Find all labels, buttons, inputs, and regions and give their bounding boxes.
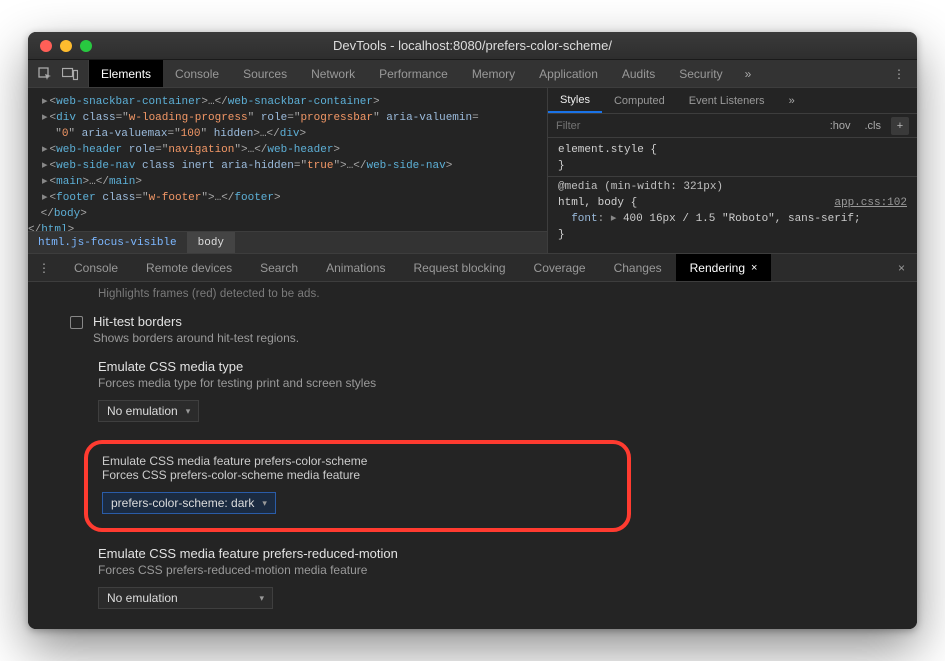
drawer-tab-remote-devices[interactable]: Remote devices xyxy=(132,254,246,281)
truncated-text: Highlights frames (red) detected to be a… xyxy=(98,288,917,300)
select-value: prefers-color-scheme: dark xyxy=(111,496,254,510)
settings-menu-icon[interactable]: ⋮ xyxy=(881,60,917,87)
option-title: Emulate CSS media type xyxy=(98,359,917,374)
inspect-icon[interactable] xyxy=(38,67,52,81)
close-window-button[interactable] xyxy=(40,40,52,52)
zoom-window-button[interactable] xyxy=(80,40,92,52)
option-title: Emulate CSS media feature prefers-reduce… xyxy=(98,546,917,561)
rule-close: } xyxy=(558,160,565,172)
crumb-html[interactable]: html.js-focus-visible xyxy=(28,232,188,253)
tab-elements[interactable]: Elements xyxy=(89,60,163,87)
more-styles-tabs-icon[interactable]: » xyxy=(777,88,807,113)
emulate-media-type: Emulate CSS media type Forces media type… xyxy=(98,359,917,422)
tab-audits[interactable]: Audits xyxy=(610,60,667,87)
emulate-reduced-motion: Emulate CSS media feature prefers-reduce… xyxy=(98,546,917,609)
rendering-drawer: Highlights frames (red) detected to be a… xyxy=(28,282,917,629)
breadcrumb: html.js-focus-visible body xyxy=(28,231,547,253)
css-value: 400 16px / 1.5 "Roboto", sans-serif; xyxy=(623,213,861,225)
crumb-body[interactable]: body xyxy=(188,232,235,253)
chevron-down-icon: ▾ xyxy=(186,406,191,417)
drawer-tabs: ⋮ Console Remote devices Search Animatio… xyxy=(28,254,917,282)
tab-performance[interactable]: Performance xyxy=(367,60,460,87)
tab-console[interactable]: Console xyxy=(163,60,231,87)
drawer-tab-coverage[interactable]: Coverage xyxy=(520,254,600,281)
reduced-motion-select[interactable]: No emulation ▾ xyxy=(98,587,273,609)
drawer-tab-animations[interactable]: Animations xyxy=(312,254,399,281)
device-toggle-icon[interactable] xyxy=(62,67,78,81)
tab-security[interactable]: Security xyxy=(667,60,734,87)
close-tab-icon[interactable]: × xyxy=(751,262,757,274)
drawer-tab-rendering[interactable]: Rendering × xyxy=(676,254,772,281)
new-rule-button[interactable]: + xyxy=(891,117,909,135)
css-prop: font xyxy=(571,213,597,225)
highlight-callout: Emulate CSS media feature prefers-color-… xyxy=(84,440,631,532)
more-tabs-icon[interactable]: » xyxy=(735,60,762,87)
drawer-tab-search[interactable]: Search xyxy=(246,254,312,281)
devtools-window: DevTools - localhost:8080/prefers-color-… xyxy=(28,32,917,629)
rule-selector: html, body { xyxy=(558,197,637,209)
rule-selector: element.style { xyxy=(558,144,657,156)
minimize-window-button[interactable] xyxy=(60,40,72,52)
styles-tab-computed[interactable]: Computed xyxy=(602,88,677,113)
option-desc: Forces CSS prefers-reduced-motion media … xyxy=(98,563,917,577)
rule-close: } xyxy=(558,229,565,241)
chevron-down-icon: ▾ xyxy=(259,593,264,604)
drawer-tab-request-blocking[interactable]: Request blocking xyxy=(399,254,519,281)
hov-toggle[interactable]: :hov xyxy=(826,120,855,132)
styles-tabs: Styles Computed Event Listeners » xyxy=(548,88,917,114)
upper-pane: ▸<web-snackbar-container>…</web-snackbar… xyxy=(28,88,917,254)
media-type-select[interactable]: No emulation ▾ xyxy=(98,400,199,422)
drawer-tab-changes[interactable]: Changes xyxy=(600,254,676,281)
window-title: DevTools - localhost:8080/prefers-color-… xyxy=(28,38,917,53)
styles-body[interactable]: element.style { } @media (min-width: 321… xyxy=(548,138,917,253)
drawer-menu-icon[interactable]: ⋮ xyxy=(28,254,60,281)
drawer-tab-label: Rendering xyxy=(690,261,745,275)
tab-application[interactable]: Application xyxy=(527,60,610,87)
css-source-link[interactable]: app.css:102 xyxy=(834,195,907,211)
option-title: Hit-test borders xyxy=(93,314,299,329)
option-desc: Shows borders around hit-test regions. xyxy=(93,331,299,345)
styles-filter-input[interactable] xyxy=(556,120,820,132)
main-tabs: Elements Console Sources Network Perform… xyxy=(28,60,917,88)
prefers-color-scheme-select[interactable]: prefers-color-scheme: dark ▾ xyxy=(102,492,276,514)
drawer-tab-console[interactable]: Console xyxy=(60,254,132,281)
hit-test-checkbox[interactable] xyxy=(70,316,83,329)
hit-test-borders: Hit-test borders Shows borders around hi… xyxy=(70,314,917,345)
traffic-lights xyxy=(28,40,92,52)
cls-toggle[interactable]: .cls xyxy=(861,120,886,132)
option-title: Emulate CSS media feature prefers-color-… xyxy=(102,454,367,468)
styles-panel: Styles Computed Event Listeners » :hov .… xyxy=(547,88,917,253)
tab-network[interactable]: Network xyxy=(299,60,367,87)
tab-memory[interactable]: Memory xyxy=(460,60,527,87)
tab-sources[interactable]: Sources xyxy=(231,60,299,87)
chevron-down-icon: ▾ xyxy=(262,498,267,509)
close-drawer-icon[interactable]: × xyxy=(886,254,917,281)
elements-panel[interactable]: ▸<web-snackbar-container>…</web-snackbar… xyxy=(28,88,547,253)
styles-tab-styles[interactable]: Styles xyxy=(548,88,602,113)
select-value: No emulation xyxy=(107,404,178,418)
styles-tab-event-listeners[interactable]: Event Listeners xyxy=(677,88,777,113)
option-desc: Forces media type for testing print and … xyxy=(98,376,917,390)
select-value: No emulation xyxy=(107,591,178,605)
media-query: @media (min-width: 321px) xyxy=(558,181,723,193)
styles-filter-row: :hov .cls + xyxy=(548,114,917,138)
option-desc: Forces CSS prefers-color-scheme media fe… xyxy=(102,468,367,482)
titlebar: DevTools - localhost:8080/prefers-color-… xyxy=(28,32,917,60)
